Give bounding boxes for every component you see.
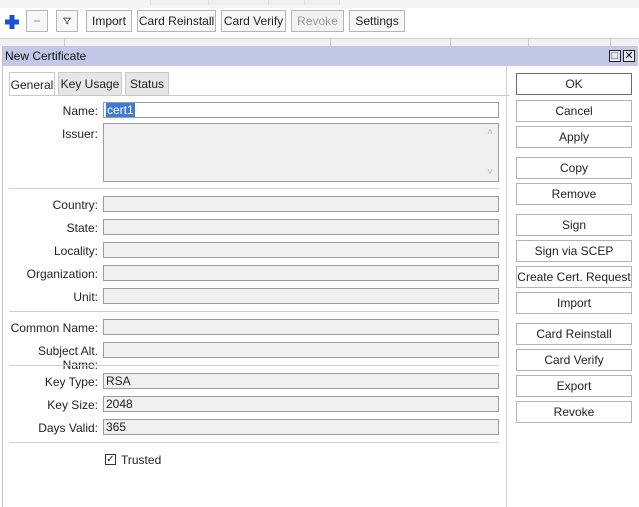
hidden-tab bbox=[268, 0, 306, 5]
key-type-select[interactable]: RSA bbox=[103, 373, 499, 389]
list-header-strip bbox=[0, 38, 639, 46]
key-size-label: Key Size: bbox=[47, 398, 98, 412]
name-input[interactable]: cert1 bbox=[103, 102, 499, 118]
issuer-label: Issuer: bbox=[61, 127, 98, 141]
trusted-label: Trusted bbox=[121, 453, 162, 467]
card-reinstall-button[interactable]: Card Reinstall bbox=[516, 323, 632, 345]
revoke-toolbar-button[interactable]: Revoke bbox=[291, 10, 344, 32]
locality-label: Locality: bbox=[53, 244, 98, 258]
filter-button[interactable] bbox=[56, 10, 78, 32]
locality-input[interactable] bbox=[103, 242, 499, 258]
name-label: Name: bbox=[62, 104, 98, 118]
hidden-tab bbox=[304, 0, 340, 5]
top-strip bbox=[0, 0, 639, 8]
trusted-checkbox[interactable]: ✓ bbox=[105, 454, 116, 465]
new-certificate-dialog: New Certificate □ ✕ General Key Usage St… bbox=[2, 46, 639, 507]
sign-via-scep-button[interactable]: Sign via SCEP bbox=[516, 240, 632, 262]
funnel-icon bbox=[63, 17, 71, 25]
organization-label: Organization: bbox=[26, 267, 98, 281]
days-valid-input[interactable]: 365 bbox=[103, 419, 499, 435]
sign-button[interactable]: Sign bbox=[516, 214, 632, 236]
state-label: State: bbox=[66, 221, 98, 235]
column-separator bbox=[330, 39, 331, 46]
key-size-select[interactable]: 2048 bbox=[103, 396, 499, 412]
card-verify-toolbar-button[interactable]: Card Verify bbox=[221, 10, 286, 32]
minus-icon bbox=[34, 20, 40, 22]
main-toolbar: Import Card Reinstall Card Verify Revoke… bbox=[0, 8, 639, 38]
copy-button[interactable]: Copy bbox=[516, 157, 632, 179]
import-button[interactable]: Import bbox=[516, 292, 632, 314]
card-reinstall-toolbar-button[interactable]: Card Reinstall bbox=[137, 10, 216, 32]
scroll-up-icon[interactable]: ˄ bbox=[484, 128, 496, 138]
common-name-input[interactable] bbox=[103, 319, 499, 335]
remove-button[interactable] bbox=[26, 10, 48, 32]
column-separator bbox=[64, 39, 65, 46]
organization-input[interactable] bbox=[103, 265, 499, 281]
unit-label: Unit: bbox=[73, 290, 98, 304]
hidden-tab bbox=[150, 0, 210, 5]
column-separator bbox=[610, 39, 611, 46]
subject-alt-name-label: Subject Alt. Name: bbox=[37, 344, 98, 372]
unit-input[interactable] bbox=[103, 288, 499, 304]
add-button[interactable] bbox=[2, 12, 22, 32]
apply-button[interactable]: Apply bbox=[516, 126, 632, 148]
key-type-label: Key Type: bbox=[44, 375, 98, 389]
country-input[interactable] bbox=[103, 196, 499, 212]
dialog-title: New Certificate bbox=[5, 49, 87, 63]
card-verify-button[interactable]: Card Verify bbox=[516, 349, 632, 371]
country-label: Country: bbox=[52, 198, 98, 212]
section-divider bbox=[9, 311, 499, 312]
remove-button[interactable]: Remove bbox=[516, 183, 632, 205]
close-icon[interactable]: ✕ bbox=[623, 50, 635, 62]
section-divider bbox=[9, 188, 499, 189]
state-input[interactable] bbox=[103, 219, 499, 235]
plus-icon bbox=[5, 15, 19, 29]
scroll-down-icon[interactable]: ˅ bbox=[484, 168, 496, 178]
import-toolbar-button[interactable]: Import bbox=[86, 10, 132, 32]
tab-key-usage[interactable]: Key Usage bbox=[58, 72, 122, 95]
common-name-label: Common Name: bbox=[10, 321, 98, 335]
days-valid-label: Days Valid: bbox=[38, 421, 98, 435]
column-separator bbox=[450, 39, 451, 46]
button-panel-divider bbox=[506, 66, 507, 507]
issuer-textarea[interactable]: ˄ ˅ bbox=[103, 123, 499, 182]
subject-alt-name-input[interactable] bbox=[103, 342, 499, 358]
cancel-button[interactable]: Cancel bbox=[516, 100, 632, 122]
column-separator bbox=[528, 39, 529, 46]
dialog-title-bar: New Certificate bbox=[3, 46, 638, 66]
create-cert-request-button[interactable]: Create Cert. Request bbox=[516, 266, 632, 288]
section-divider bbox=[9, 365, 499, 366]
hidden-tab bbox=[208, 0, 270, 5]
settings-toolbar-button[interactable]: Settings bbox=[349, 10, 405, 32]
tab-general[interactable]: General bbox=[9, 72, 55, 96]
tab-baseline bbox=[9, 95, 509, 96]
export-button[interactable]: Export bbox=[516, 375, 632, 397]
revoke-button[interactable]: Revoke bbox=[516, 401, 632, 423]
name-value: cert1 bbox=[106, 103, 135, 117]
ok-button[interactable]: OK bbox=[516, 73, 632, 95]
section-divider bbox=[9, 442, 499, 443]
tab-status[interactable]: Status bbox=[125, 72, 169, 95]
maximize-icon[interactable]: □ bbox=[609, 50, 621, 62]
